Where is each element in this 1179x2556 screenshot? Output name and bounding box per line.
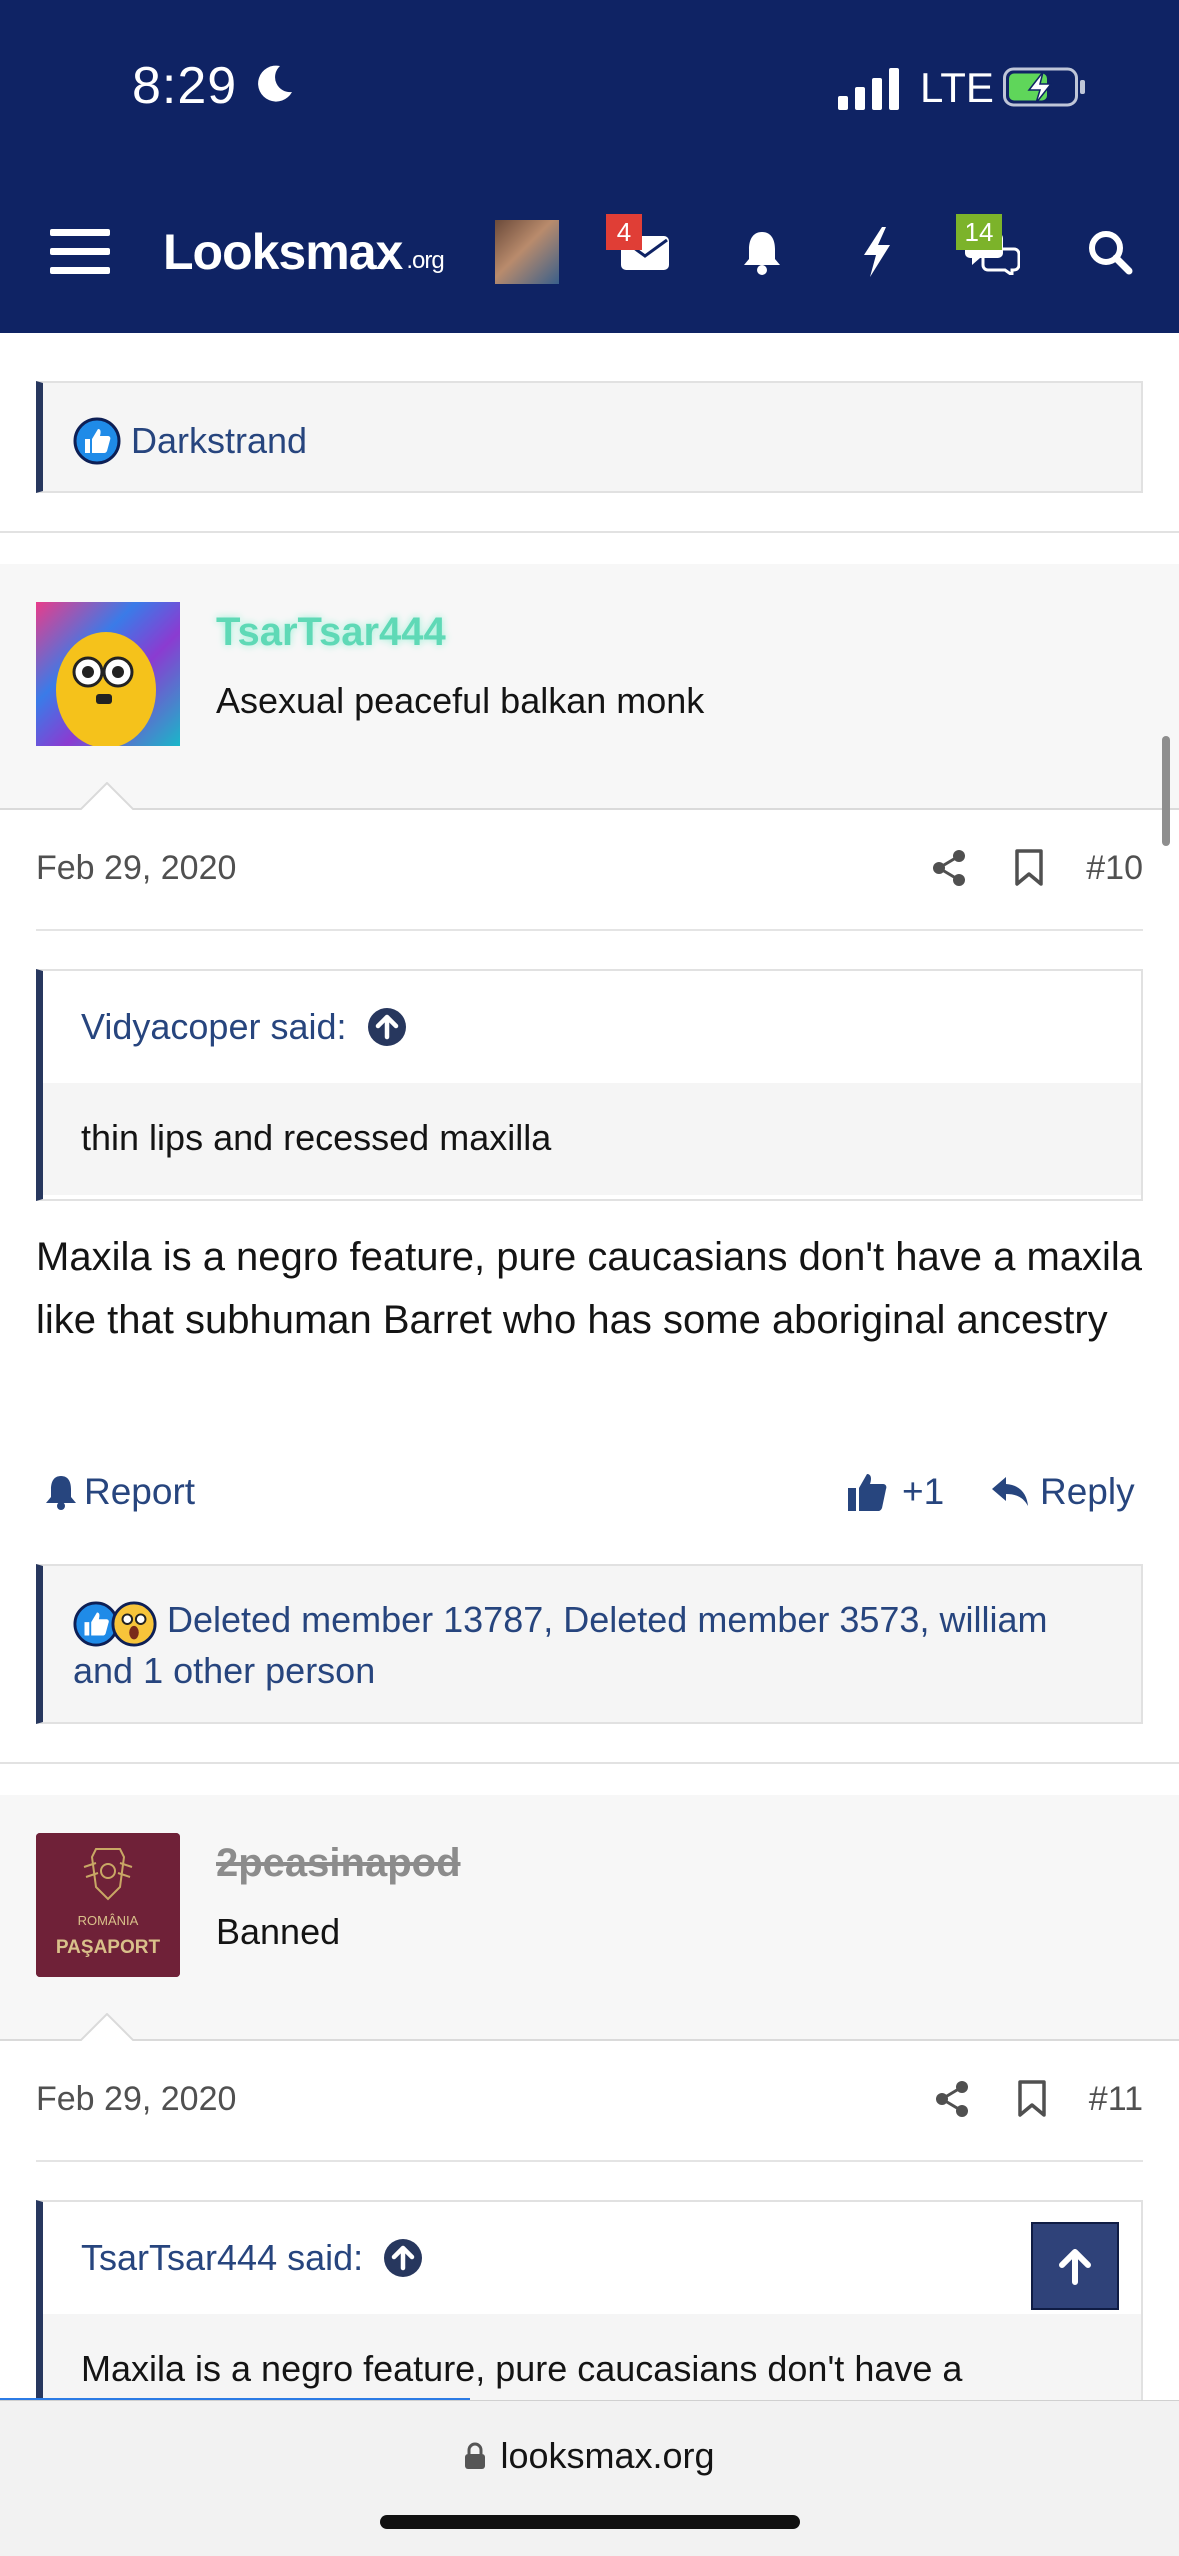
network-label: LTE xyxy=(920,64,994,111)
quote-header[interactable]: TsarTsar444 said: xyxy=(43,2202,1141,2314)
url-display[interactable]: looksmax.org xyxy=(0,2435,1179,2477)
share-icon xyxy=(935,2081,968,2117)
post-number[interactable]: #10 xyxy=(1086,849,1143,888)
reactions-line-1: Deleted member 13787, Deleted member 357… xyxy=(167,1599,1048,1640)
reaction-icons xyxy=(73,1598,157,1647)
notch-arrow xyxy=(80,2013,134,2041)
user-avatar[interactable] xyxy=(36,602,180,746)
url-text: looksmax.org xyxy=(500,2435,715,2476)
bolt-icon xyxy=(864,227,890,277)
avatar xyxy=(495,220,559,284)
bookmark-icon xyxy=(1018,2080,1046,2117)
previous-post-reactions[interactable]: Darkstrand xyxy=(36,381,1143,493)
like-reaction-icon xyxy=(73,417,121,465)
report-button[interactable]: Report xyxy=(44,1462,195,1522)
arrow-up-circle-icon[interactable] xyxy=(383,2238,423,2278)
menu-button[interactable] xyxy=(40,212,120,292)
post-user-header: TsarTsar444 Asexual peaceful balkan monk xyxy=(0,564,1179,810)
search-button[interactable] xyxy=(1070,212,1150,292)
conversations-badge: 4 xyxy=(606,214,642,250)
wow-reaction-icon xyxy=(111,1601,157,1647)
username[interactable]: 2peasinapod xyxy=(216,1841,461,1886)
like-count: +1 xyxy=(902,1471,945,1512)
share-button[interactable] xyxy=(927,2074,977,2124)
post-meta: Feb 29, 2020 #11 xyxy=(36,2069,1143,2129)
reply-icon xyxy=(992,1477,1028,1506)
quote-block: Vidyacoper said: thin lips and recessed … xyxy=(36,969,1143,1201)
bookmark-icon xyxy=(1015,849,1044,886)
bookmark-button[interactable] xyxy=(1007,2074,1057,2124)
browser-address-bar[interactable]: looksmax.org xyxy=(0,2400,1179,2556)
logo-text: Looksmax xyxy=(163,224,403,280)
logo-suffix: .org xyxy=(406,247,444,274)
user-title: Banned xyxy=(216,1911,341,1952)
quote-author[interactable]: Vidyacoper said: xyxy=(81,1006,347,1048)
quote-author[interactable]: TsarTsar444 said: xyxy=(81,2237,363,2279)
site-logo[interactable]: Looksmax .org xyxy=(163,212,463,292)
share-button[interactable] xyxy=(924,843,974,893)
scroll-to-top-button[interactable] xyxy=(1031,2222,1119,2310)
arrow-up-circle-icon[interactable] xyxy=(367,1007,407,1047)
quote-header[interactable]: Vidyacoper said: xyxy=(43,971,1141,1083)
reply-label: Reply xyxy=(1040,1471,1135,1512)
hamburger-icon xyxy=(50,229,110,274)
meta-divider xyxy=(36,2160,1143,2162)
user-avatar[interactable]: ROMÂNIA PAŞAPORT xyxy=(36,1833,180,1977)
username[interactable]: TsarTsar444 xyxy=(216,610,446,655)
post-meta: Feb 29, 2020 #10 xyxy=(36,838,1143,898)
arrow-up-icon xyxy=(1059,2249,1091,2285)
account-avatar[interactable] xyxy=(494,212,560,292)
post-actions: Report +1 Reply xyxy=(36,1462,1143,1522)
quote-block: TsarTsar444 said: Maxila is a negro feat… xyxy=(36,2200,1143,2426)
post-date[interactable]: Feb 29, 2020 xyxy=(36,2080,897,2119)
moon-icon xyxy=(258,65,292,102)
post-divider xyxy=(0,1762,1179,1764)
alerts-button[interactable] xyxy=(722,212,802,292)
passport-country: ROMÂNIA xyxy=(77,1913,139,1928)
post-body: Maxila is a negro feature, pure caucasia… xyxy=(36,1235,1143,1342)
thumbs-up-icon xyxy=(848,1474,887,1511)
post-date[interactable]: Feb 29, 2020 xyxy=(36,849,894,888)
app-header: 8:29 LTE Looksmax .org 4 14 xyxy=(0,0,1179,333)
post-number[interactable]: #11 xyxy=(1089,2080,1143,2119)
battery-icon xyxy=(1003,67,1085,107)
scrollbar[interactable] xyxy=(1162,736,1170,846)
user-title: Asexual peaceful balkan monk xyxy=(216,680,705,721)
reply-button[interactable]: Reply xyxy=(990,1462,1135,1522)
like-button[interactable]: +1 xyxy=(846,1462,944,1522)
share-icon xyxy=(933,850,966,886)
avatar-image xyxy=(36,602,180,746)
quote-body: thin lips and recessed maxilla xyxy=(43,1083,1141,1195)
chats-badge: 14 xyxy=(956,214,1002,250)
reactions-text: Darkstrand xyxy=(131,420,308,461)
status-time: 8:29 xyxy=(132,57,238,115)
reactions-line-2: and 1 other person xyxy=(73,1650,376,1692)
passport-label: PAŞAPORT xyxy=(55,1937,161,1958)
bookmark-button[interactable] xyxy=(1004,843,1054,893)
lock-icon xyxy=(465,2442,486,2469)
whats-new-button[interactable] xyxy=(842,212,912,292)
report-label: Report xyxy=(84,1471,196,1512)
notch-arrow xyxy=(80,782,134,810)
bell-icon xyxy=(46,1476,76,1510)
home-indicator[interactable] xyxy=(380,2515,800,2529)
meta-divider xyxy=(36,929,1143,931)
post-reactions[interactable]: Deleted member 13787, Deleted member 357… xyxy=(36,1564,1143,1724)
post-user-header: ROMÂNIA PAŞAPORT 2peasinapod Banned xyxy=(0,1795,1179,2041)
search-icon xyxy=(1089,231,1133,275)
top-nav: Looksmax .org 4 14 xyxy=(0,212,1179,292)
bell-icon xyxy=(744,232,780,275)
signal-icon xyxy=(838,68,899,110)
post-divider xyxy=(0,531,1179,533)
